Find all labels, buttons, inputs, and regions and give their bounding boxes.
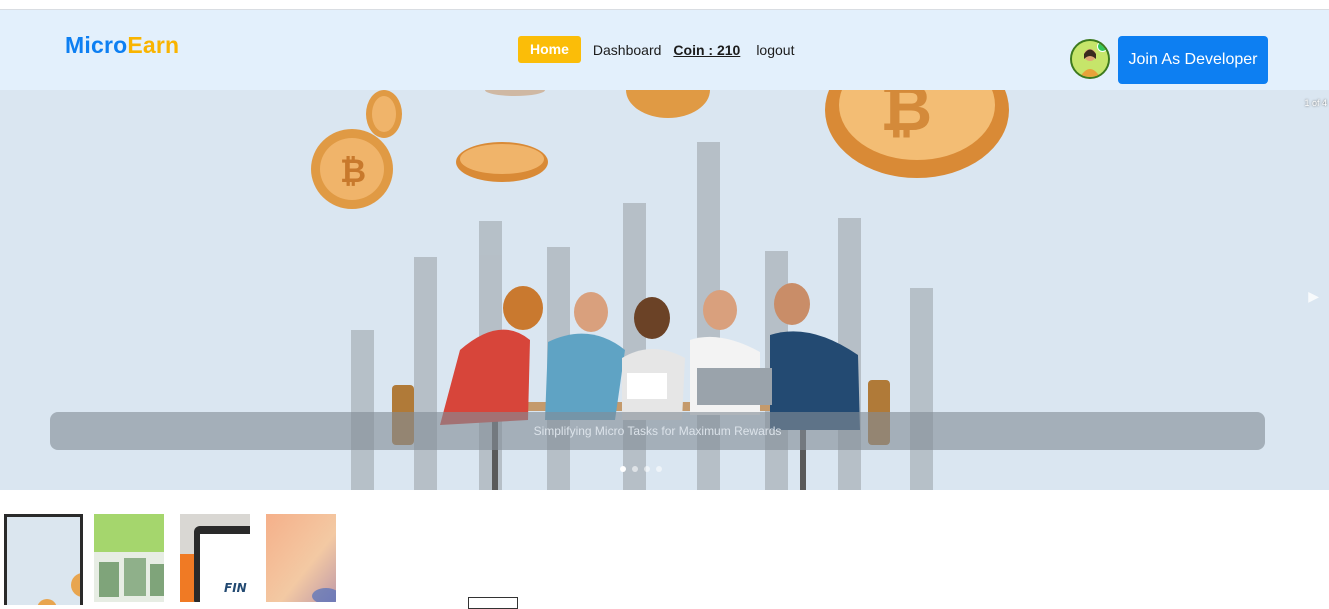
online-status-dot xyxy=(1097,41,1108,52)
next-slide-arrow-icon[interactable]: ▶ xyxy=(1308,288,1319,305)
nav-home-button[interactable]: Home xyxy=(518,36,581,63)
thumbnail-image xyxy=(94,514,164,602)
hero-carousel: ₿ ₿ 1 of 4 ▶ Simplifying Micro Tasks for… xyxy=(0,90,1329,490)
brand-name-part1: Micro xyxy=(65,32,128,58)
coin-balance-link[interactable]: Coin : 210 xyxy=(673,42,740,58)
carousel-indicators xyxy=(620,466,662,472)
bottom-control-box[interactable] xyxy=(468,597,518,609)
thumbnail-4[interactable] xyxy=(266,514,336,602)
thumbnail-2[interactable] xyxy=(94,514,164,602)
slide-counter: 1 of 4 xyxy=(1304,98,1327,108)
thumbnail-image: FIN xyxy=(180,514,250,602)
brand-name-part2: Earn xyxy=(127,32,180,58)
indicator-dot[interactable] xyxy=(632,466,638,472)
svg-text:₿: ₿ xyxy=(340,152,366,190)
svg-text:₿: ₿ xyxy=(880,90,932,146)
top-border xyxy=(0,0,1329,10)
brand-logo[interactable]: MicroEarn xyxy=(65,32,179,59)
thumbnail-image xyxy=(266,514,336,602)
thumbnail-3[interactable]: FIN xyxy=(180,514,250,602)
user-avatar[interactable] xyxy=(1070,39,1110,79)
svg-text:FIN: FIN xyxy=(224,581,247,595)
main-nav: Home Dashboard Coin : 210 logout xyxy=(518,36,806,63)
thumbnail-image xyxy=(7,517,80,605)
join-developer-button[interactable]: Join As Developer xyxy=(1118,36,1268,84)
indicator-dot[interactable] xyxy=(620,466,626,472)
logout-link[interactable]: logout xyxy=(756,42,794,58)
navbar: MicroEarn Home Dashboard Coin : 210 logo… xyxy=(0,10,1329,90)
slide-caption: Simplifying Micro Tasks for Maximum Rewa… xyxy=(50,412,1265,450)
indicator-dot[interactable] xyxy=(656,466,662,472)
nav-dashboard-link[interactable]: Dashboard xyxy=(593,42,662,58)
indicator-dot[interactable] xyxy=(644,466,650,472)
thumbnail-1[interactable] xyxy=(4,514,83,605)
